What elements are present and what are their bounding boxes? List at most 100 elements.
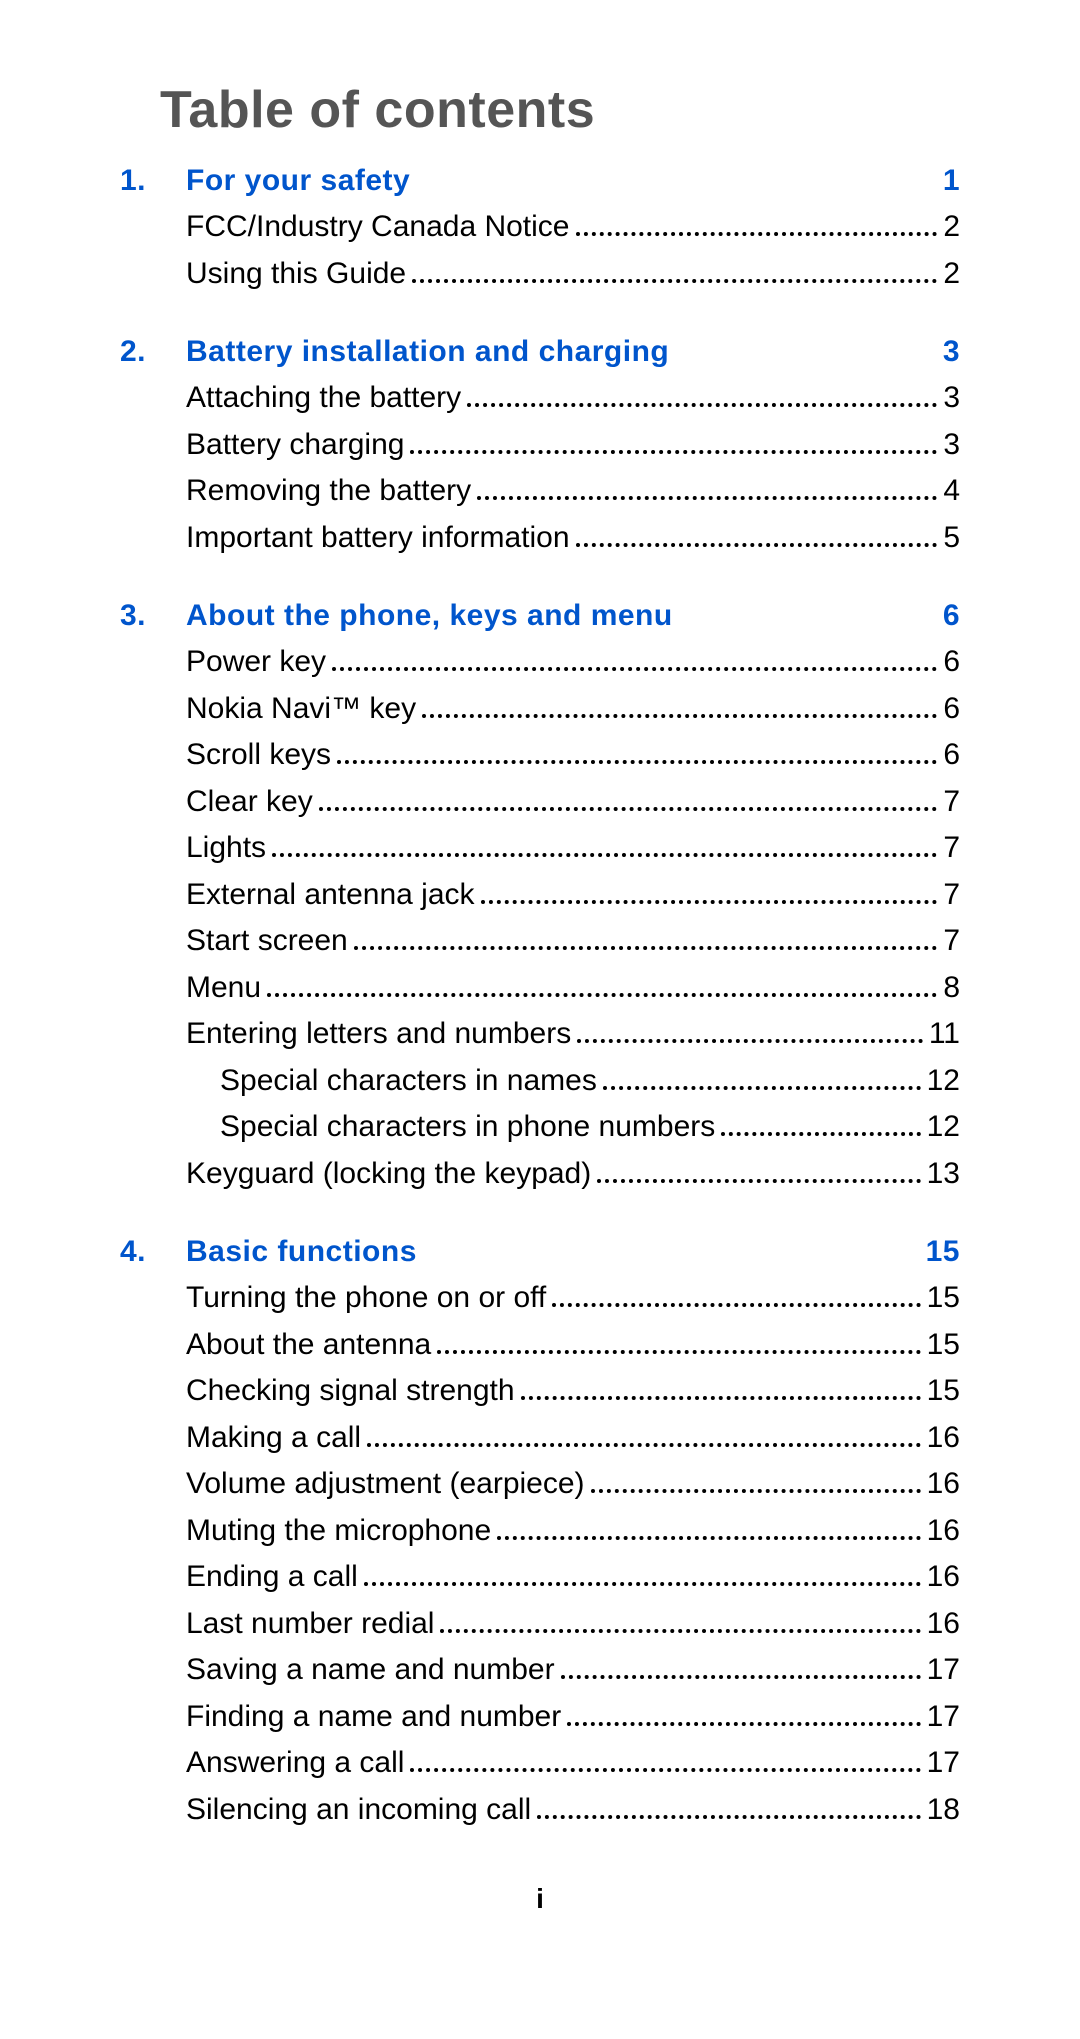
leader-dots [354,946,938,950]
leader-dots [721,1132,920,1136]
toc-entry[interactable]: Ending a call 16 [120,1554,960,1601]
entry-page: 18 [927,1787,960,1834]
toc-entry[interactable]: Entering letters and numbers11 [120,1011,960,1058]
entry-page: 4 [943,468,960,515]
toc-entry[interactable]: Making a call16 [120,1415,960,1462]
toc-entry[interactable]: FCC/Industry Canada Notice2 [120,204,960,251]
section-number: 4. [120,1235,186,1269]
toc-entry[interactable]: Finding a name and number17 [120,1694,960,1741]
toc-entry[interactable]: Clear key7 [120,779,960,826]
section-heading[interactable]: 2.Battery installation and charging3 [120,335,960,369]
toc-entry[interactable]: Special characters in phone numbers12 [120,1104,960,1151]
toc-entry[interactable]: Power key6 [120,639,960,686]
leader-dots [332,667,937,671]
entry-label: Ending a call [186,1554,358,1601]
toc-entry[interactable]: Attaching the battery3 [120,375,960,422]
toc-entry[interactable]: Volume adjustment (earpiece) 16 [120,1461,960,1508]
entry-label: Using this Guide [186,251,406,298]
toc-entry[interactable]: Special characters in names12 [120,1058,960,1105]
entry-page: 7 [943,872,960,919]
entry-label: Last number redial [186,1601,434,1648]
section-number: 1. [120,164,186,198]
entry-page: 2 [943,204,960,251]
entry-page: 6 [943,732,960,779]
toc-entry[interactable]: Using this Guide2 [120,251,960,298]
entry-label: Silencing an incoming call [186,1787,531,1834]
toc-section: 1.For your safety1 FCC/Industry Canada No… [120,164,960,297]
section-label: Battery installation and charging [186,335,669,369]
toc-page: Table of contents 1.For your safety1FCC/… [0,0,1080,1975]
toc-entry[interactable]: Answering a call 17 [120,1740,960,1787]
entry-label: Attaching the battery [186,375,461,422]
entry-page: 6 [943,639,960,686]
entry-page: 3 [943,422,960,469]
section-label: Basic functions [186,1235,417,1269]
entry-label: Answering a call [186,1740,404,1787]
toc-entry[interactable]: Silencing an incoming call 18 [120,1787,960,1834]
leader-dots [521,1396,921,1400]
section-heading[interactable]: 3.About the phone, keys and menu6 [120,599,960,633]
entry-label: Keyguard (locking the keypad) [186,1151,591,1198]
entry-page: 17 [927,1694,960,1741]
toc-entry[interactable]: Turning the phone on or off 15 [120,1275,960,1322]
entry-label: Making a call [186,1415,361,1462]
entry-label: External antenna jack [186,872,475,919]
leader-dots [577,1039,923,1043]
entry-page: 17 [927,1647,960,1694]
toc-entry[interactable]: About the antenna 15 [120,1322,960,1369]
entry-label: Saving a name and number [186,1647,555,1694]
toc-entry[interactable]: Checking signal strength15 [120,1368,960,1415]
entry-page: 6 [943,686,960,733]
section-page: 6 [931,599,960,633]
entry-page: 17 [927,1740,960,1787]
entry-page: 16 [927,1461,960,1508]
section-label: About the phone, keys and menu [186,599,673,633]
entry-page: 12 [927,1058,960,1105]
section-heading[interactable]: 4.Basic functions15 [120,1235,960,1269]
leader-dots [597,1179,920,1183]
toc-entry[interactable]: Important battery information5 [120,515,960,562]
leader-dots [412,279,937,283]
toc-entry[interactable]: Last number redial 16 [120,1601,960,1648]
toc-entry[interactable]: Start screen 7 [120,918,960,965]
entry-page: 7 [943,918,960,965]
toc-entry[interactable]: Scroll keys6 [120,732,960,779]
toc-entry[interactable]: External antenna jack 7 [120,872,960,919]
entry-label: Volume adjustment (earpiece) [186,1461,585,1508]
leader-dots [437,1350,920,1354]
toc-entry[interactable]: Battery charging 3 [120,422,960,469]
toc-entry[interactable]: Nokia Navi™ key6 [120,686,960,733]
entry-page: 16 [927,1508,960,1555]
toc-entry[interactable]: Menu8 [120,965,960,1012]
entry-label: About the antenna [186,1322,431,1369]
leader-dots [481,900,938,904]
toc-entry[interactable]: Keyguard (locking the keypad)13 [120,1151,960,1198]
leader-dots [552,1303,920,1307]
leader-dots [319,807,938,811]
leader-dots [272,853,937,857]
entry-label: Clear key [186,779,313,826]
entry-label: Turning the phone on or off [186,1275,546,1322]
toc-entry[interactable]: Muting the microphone16 [120,1508,960,1555]
entry-label: Menu [186,965,261,1012]
entry-label: Battery charging [186,422,404,469]
entry-page: 15 [927,1322,960,1369]
entry-page: 15 [927,1368,960,1415]
entry-label: Important battery information [186,515,570,562]
leader-dots [567,1722,920,1726]
page-number: i [120,1883,960,1915]
toc-entry[interactable]: Removing the battery4 [120,468,960,515]
entry-label: Start screen [186,918,348,965]
toc-section: 2.Battery installation and charging3 Atta… [120,335,960,561]
entry-page: 15 [927,1275,960,1322]
section-heading[interactable]: 1.For your safety1 [120,164,960,198]
leader-dots [364,1582,921,1586]
toc-entry[interactable]: Saving a name and number 17 [120,1647,960,1694]
leader-dots [477,496,937,500]
leader-dots [603,1086,921,1090]
entry-page: 16 [927,1601,960,1648]
leader-dots [267,993,937,997]
toc-entry[interactable]: Lights7 [120,825,960,872]
entry-page: 16 [927,1554,960,1601]
section-label: For your safety [186,164,410,198]
